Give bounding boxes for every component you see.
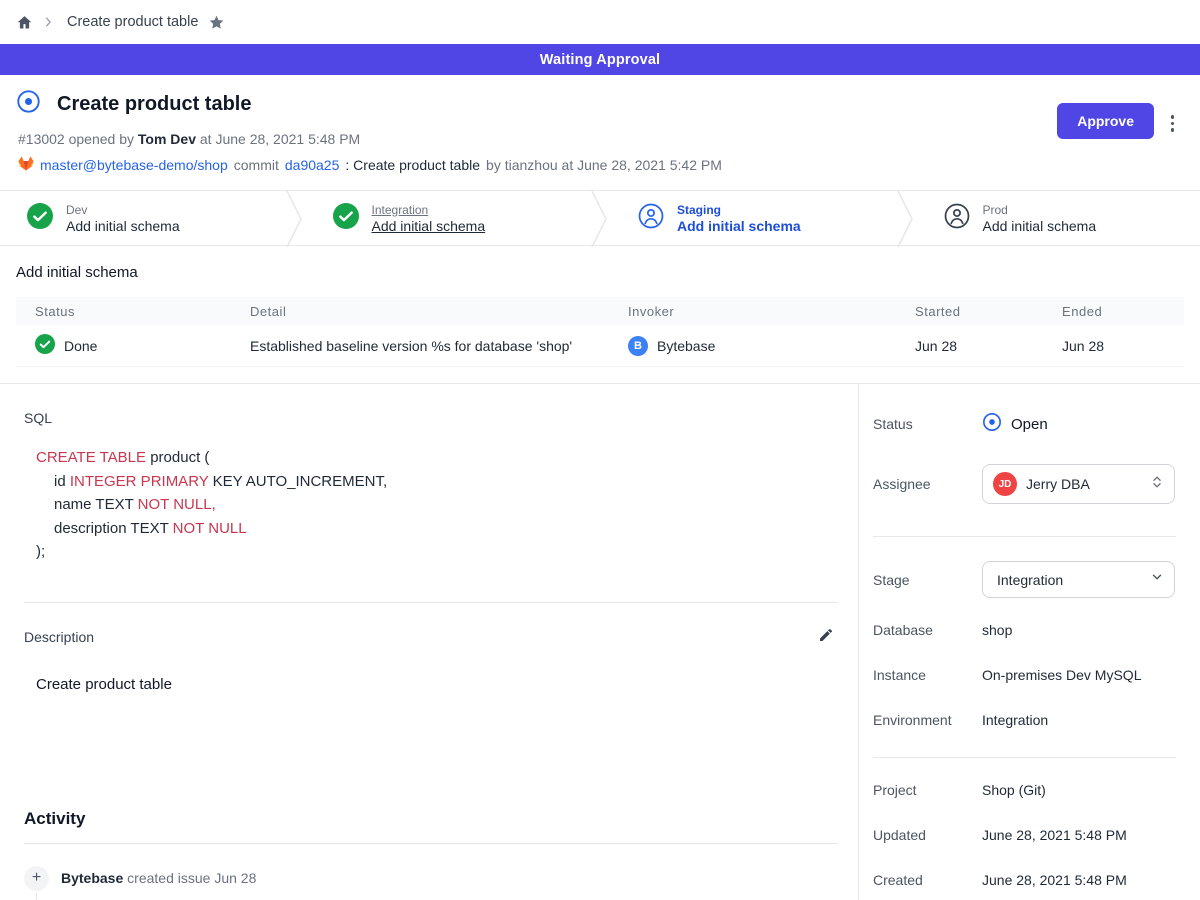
task-heading: Add initial schema [16, 264, 1184, 281]
plus-icon: + [24, 866, 49, 891]
issue-open-icon [16, 89, 41, 119]
sql-label: SQL [24, 410, 844, 426]
divider [873, 536, 1176, 537]
table-row[interactable]: Done Established baseline version %s for… [16, 325, 1184, 367]
created-value: June 28, 2021 5:48 PM [982, 872, 1127, 888]
person-circle-icon [638, 203, 664, 234]
task-started-cell: Jun 28 [896, 338, 1043, 354]
instance-value: On-premises Dev MySQL [982, 667, 1141, 683]
description-text: Create product table [36, 676, 844, 693]
status-value: Open [982, 412, 1048, 436]
description-label: Description [24, 629, 94, 645]
gitlab-icon [18, 156, 34, 174]
task-ended-cell: Jun 28 [1043, 338, 1184, 354]
database-label: Database [873, 622, 982, 638]
check-circle-icon [333, 203, 359, 234]
status-label: Status [873, 416, 982, 432]
instance-label: Instance [873, 667, 982, 683]
activity-item: + Bytebase created issue Jun 28 [24, 866, 844, 891]
activity-author: Bytebase [61, 870, 123, 886]
stage-integration[interactable]: Integration Add initial schema [306, 191, 590, 245]
sql-statement: CREATE TABLE product ( id INTEGER PRIMAR… [36, 446, 844, 564]
environment-value: Integration [982, 712, 1048, 728]
col-status: Status [16, 304, 231, 319]
activity-heading: Activity [24, 809, 844, 829]
col-invoker: Invoker [609, 304, 896, 319]
pipeline-stage-bar: Dev Add initial schema Integration Add i… [0, 190, 1200, 246]
stage-prod[interactable]: Prod Add initial schema [917, 191, 1200, 245]
col-started: Started [896, 304, 1043, 319]
more-menu-icon[interactable] [1167, 111, 1179, 136]
stage-label: Stage [873, 572, 982, 588]
check-circle-icon [35, 334, 55, 357]
issue-open-icon [982, 412, 1002, 436]
commit-message: : Create product table [345, 157, 480, 173]
breadcrumb-chevron-icon [43, 16, 53, 28]
issue-sidebar: Status Open Assignee JD Jerry DBA Stage [858, 384, 1200, 900]
commit-hash-link[interactable]: da90a25 [285, 157, 340, 173]
chevron-down-icon [1150, 570, 1164, 589]
environment-label: Environment [873, 712, 982, 728]
created-label: Created [873, 872, 982, 888]
stage-separator [589, 191, 611, 247]
assignee-select[interactable]: JD Jerry DBA [982, 464, 1175, 504]
task-status-cell: Done [16, 334, 231, 357]
table-header: Status Detail Invoker Started Ended [16, 297, 1184, 325]
approve-button[interactable]: Approve [1057, 103, 1154, 139]
task-invoker-cell: B Bytebase [609, 336, 896, 356]
task-detail-cell: Established baseline version %s for data… [231, 338, 609, 354]
divider [24, 843, 838, 844]
person-circle-icon [944, 203, 970, 234]
stage-separator [284, 191, 306, 247]
project-value: Shop (Git) [982, 782, 1046, 798]
assignee-avatar: JD [993, 472, 1017, 496]
divider [873, 757, 1176, 758]
stage-separator [895, 191, 917, 247]
status-banner: Waiting Approval [0, 44, 1200, 75]
divider [24, 602, 838, 603]
updown-chevrons-icon [1150, 474, 1164, 495]
project-label: Project [873, 782, 982, 798]
updated-label: Updated [873, 827, 982, 843]
col-ended: Ended [1043, 304, 1184, 319]
stage-staging[interactable]: Staging Add initial schema [611, 191, 895, 245]
main-column: SQL CREATE TABLE product ( id INTEGER PR… [0, 384, 858, 900]
issue-header: Create product table #13002 opened by To… [0, 75, 1200, 190]
stage-dev[interactable]: Dev Add initial schema [0, 191, 284, 245]
breadcrumb-page-title: Create product table [67, 14, 198, 30]
commit-branch-link[interactable]: master@bytebase-demo/shop [40, 157, 228, 173]
issue-meta: #13002 opened by Tom Dev at June 28, 202… [18, 131, 1184, 147]
database-value: shop [982, 622, 1012, 638]
commit-line: master@bytebase-demo/shop commit da90a25… [18, 156, 1184, 174]
check-circle-icon [27, 203, 53, 234]
breadcrumb: Create product table [0, 0, 1200, 44]
issue-author: Tom Dev [138, 131, 196, 147]
page-title: Create product table [57, 93, 251, 116]
stage-select[interactable]: Integration [982, 561, 1175, 598]
star-icon[interactable] [208, 14, 225, 31]
activity-description: created issue Jun 28 [127, 870, 256, 886]
bytebase-avatar: B [628, 336, 648, 356]
col-detail: Detail [231, 304, 609, 319]
updated-value: June 28, 2021 5:48 PM [982, 827, 1127, 843]
edit-pencil-icon[interactable] [816, 625, 836, 650]
task-panel: Add initial schema Status Detail Invoker… [0, 246, 1200, 383]
home-icon[interactable] [16, 14, 33, 31]
assignee-label: Assignee [873, 476, 982, 492]
task-table: Status Detail Invoker Started Ended Done… [16, 297, 1184, 367]
